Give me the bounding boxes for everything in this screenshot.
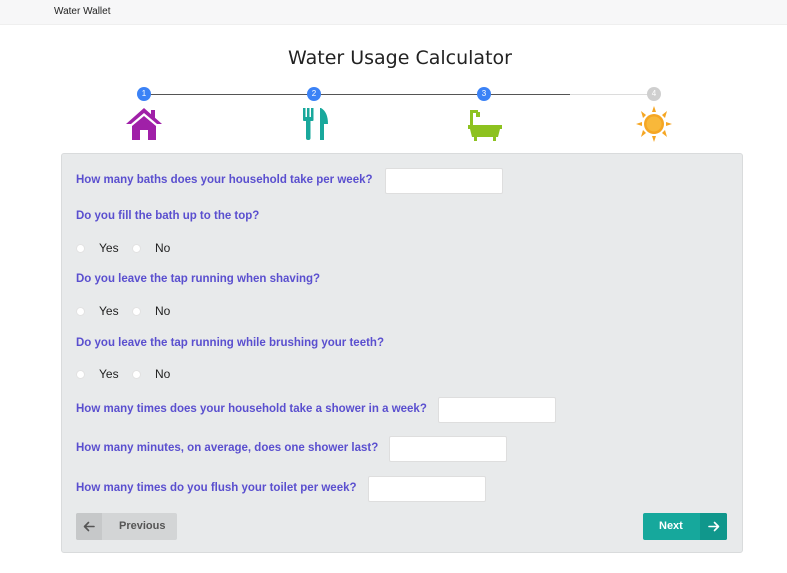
fill-bath-radio-group: Yes No [76,241,216,257]
showers-per-week-input[interactable] [438,397,556,423]
tap-shaving-yes-radio[interactable] [76,307,85,316]
question-tap-shaving: Do you leave the tap running when shavin… [76,273,321,285]
navbar: Water Wallet [0,0,787,25]
fill-bath-no-radio[interactable] [132,244,141,253]
tap-brushing-yes-radio[interactable] [76,370,85,379]
question-shower-minutes: How many minutes, on average, does one s… [76,442,379,454]
calculator-form-panel: How many baths does your household take … [61,153,743,553]
step-connector-2 [320,94,480,95]
tap-brushing-no-label[interactable]: No [155,367,170,381]
fill-bath-yes-radio[interactable] [76,244,85,253]
tap-shaving-yes-label[interactable]: Yes [99,304,119,318]
question-showers-per-week: How many times does your household take … [76,403,427,415]
next-button[interactable]: Next [643,513,727,540]
fill-bath-no-label[interactable]: No [155,241,170,255]
step-3-dot[interactable]: 3 [477,87,491,101]
fill-bath-yes-label[interactable]: Yes [99,241,119,255]
toilet-flushes-input[interactable] [368,476,486,502]
previous-button[interactable]: Previous [76,513,177,540]
page-title: Water Usage Calculator [288,47,512,69]
next-button-label: Next [659,520,683,532]
step-4-dot[interactable]: 4 [647,87,661,101]
step-1-dot[interactable]: 1 [137,87,151,101]
house-icon [124,106,164,142]
shower-minutes-input[interactable] [389,436,507,462]
step-connector-3 [490,94,570,95]
tap-brushing-yes-label[interactable]: Yes [99,367,119,381]
fork-knife-icon [295,106,335,142]
step-connector-3-remaining [570,94,650,95]
progress-stepper: 1 2 3 4 [0,84,787,146]
tap-brushing-no-radio[interactable] [132,370,141,379]
question-baths-per-week: How many baths does your household take … [76,174,373,186]
tap-shaving-no-radio[interactable] [132,307,141,316]
arrow-right-icon [700,513,727,540]
baths-per-week-input[interactable] [385,168,503,194]
previous-button-label: Previous [119,520,166,532]
step-connector-1 [150,94,310,95]
sun-icon [634,106,674,142]
question-toilet-flushes: How many times do you flush your toilet … [76,482,357,494]
brand-link[interactable]: Water Wallet [54,6,111,17]
arrow-left-icon [76,513,102,540]
question-tap-brushing: Do you leave the tap running while brush… [76,337,384,349]
tap-brushing-radio-group: Yes No [76,367,216,383]
tap-shaving-no-label[interactable]: No [155,304,170,318]
bathtub-icon [465,106,505,142]
question-fill-bath: Do you fill the bath up to the top? [76,210,260,222]
tap-shaving-radio-group: Yes No [76,304,216,320]
step-2-dot[interactable]: 2 [307,87,321,101]
